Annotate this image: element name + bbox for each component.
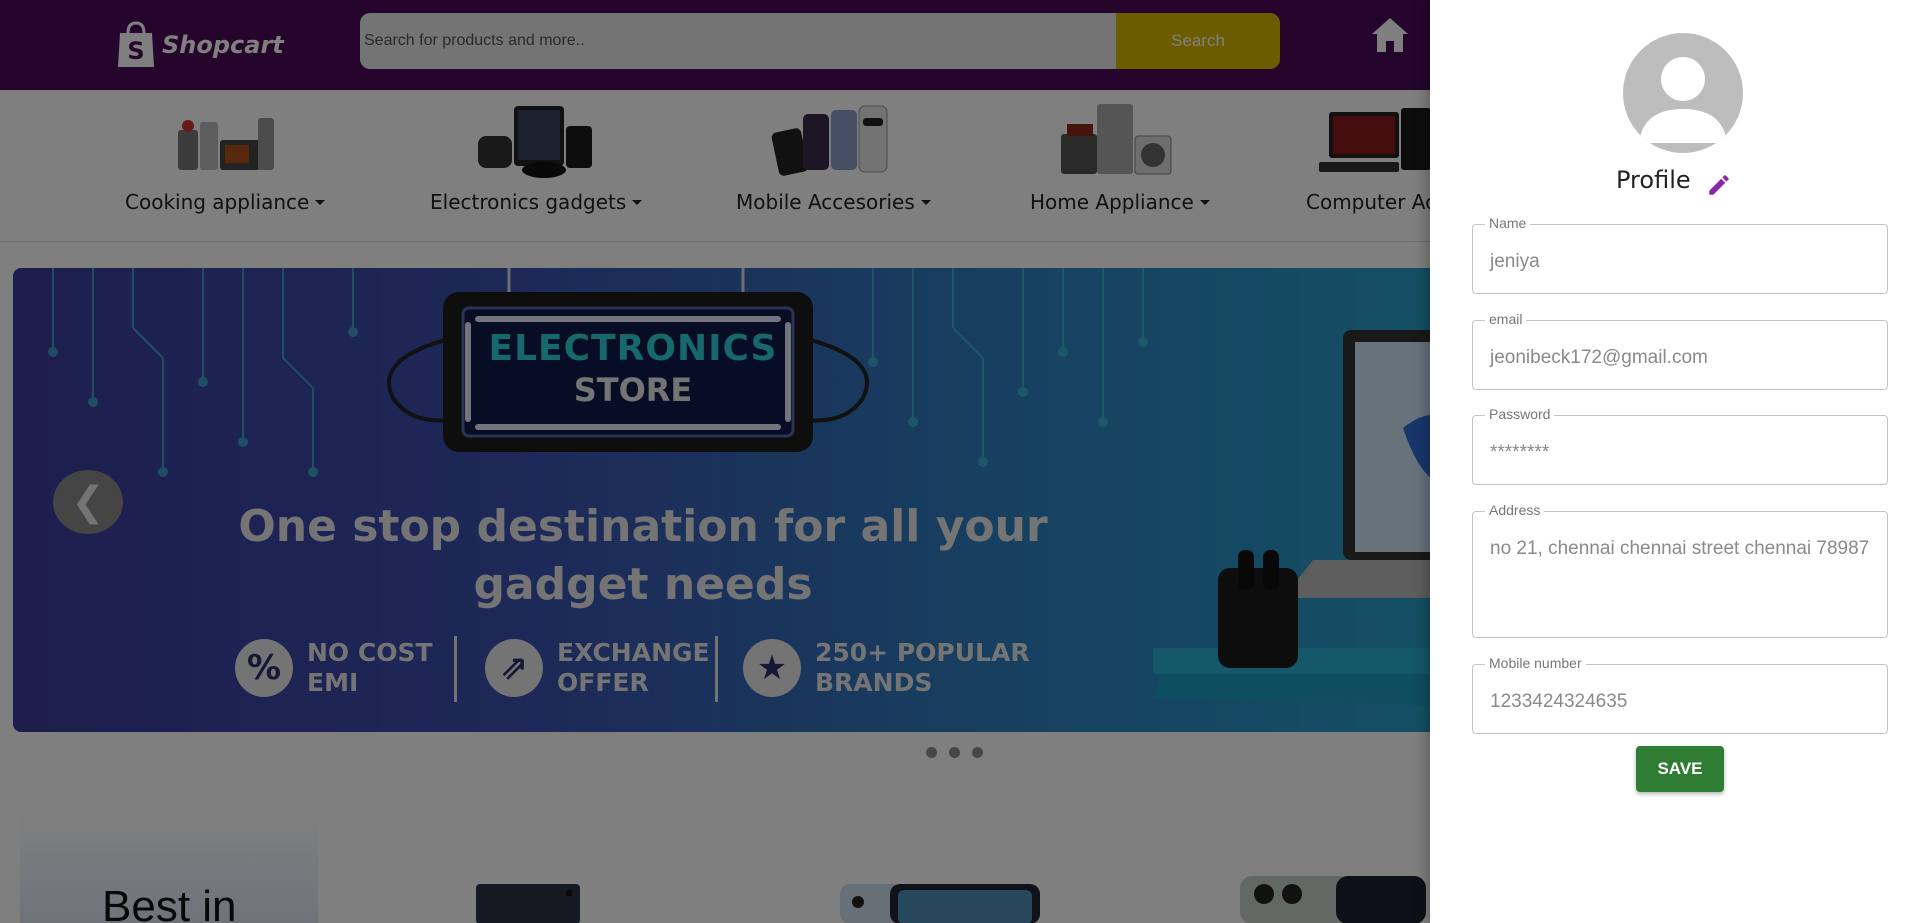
password-field-value[interactable]: ******** <box>1490 438 1873 467</box>
modal-backdrop[interactable] <box>0 0 1430 923</box>
email-field-value[interactable]: jeonibeck172@gmail.com <box>1490 343 1873 372</box>
edit-pencil-icon[interactable] <box>1706 172 1732 198</box>
mobile-number-field[interactable]: Mobile number 1233424324635 <box>1472 655 1888 734</box>
address-field-value[interactable]: no 21, chennai chennai street chennai 78… <box>1490 534 1873 563</box>
user-avatar-icon <box>1623 33 1743 153</box>
name-field[interactable]: Name jeniya <box>1472 215 1888 294</box>
password-field-label: Password <box>1485 406 1555 422</box>
address-field[interactable]: Address no 21, chennai chennai street ch… <box>1472 502 1888 638</box>
mobile-number-field-label: Mobile number <box>1485 655 1586 671</box>
name-field-value[interactable]: jeniya <box>1490 247 1873 276</box>
profile-title: Profile <box>1616 166 1691 194</box>
email-field-label: email <box>1485 311 1527 327</box>
password-field[interactable]: Password ******** <box>1472 406 1888 485</box>
mobile-number-field-value[interactable]: 1233424324635 <box>1490 687 1873 716</box>
save-button[interactable]: SAVE <box>1636 746 1724 792</box>
profile-drawer: Profile Name jeniya email jeonibeck172@g… <box>1430 0 1920 923</box>
email-field[interactable]: email jeonibeck172@gmail.com <box>1472 311 1888 390</box>
address-field-label: Address <box>1485 502 1545 518</box>
name-field-label: Name <box>1485 215 1531 231</box>
